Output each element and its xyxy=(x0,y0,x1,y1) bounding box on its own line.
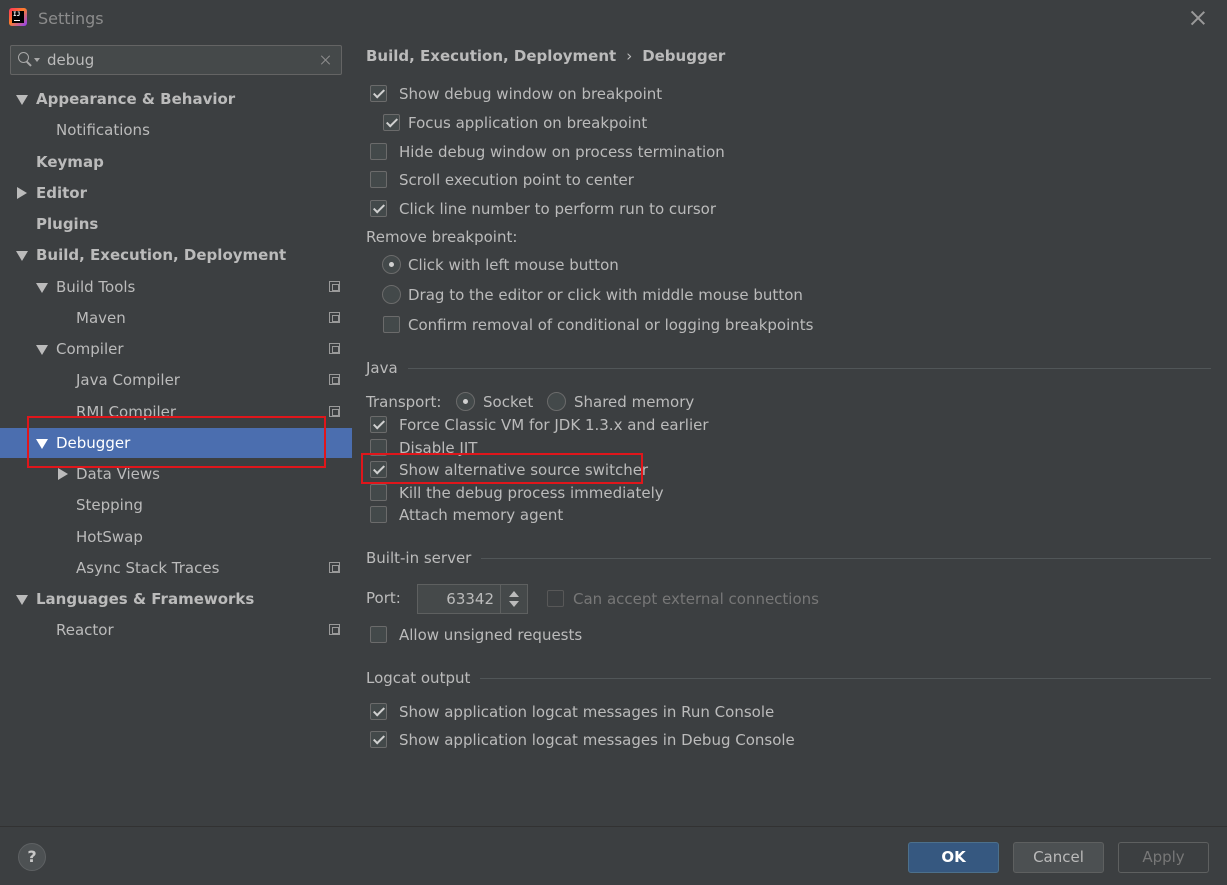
tree-item-plugins[interactable]: Plugins xyxy=(0,209,352,239)
expanded-arrow-icon[interactable] xyxy=(36,283,48,293)
port-input[interactable] xyxy=(418,585,500,613)
dialog-footer: ? OK Cancel Apply xyxy=(0,826,1227,885)
project-level-icon xyxy=(329,343,340,354)
tree-item-maven[interactable]: Maven xyxy=(0,303,352,333)
transport-label: Transport: xyxy=(366,393,442,411)
help-button[interactable]: ? xyxy=(18,843,46,871)
collapsed-arrow-icon[interactable] xyxy=(58,468,68,480)
project-level-icon xyxy=(329,281,340,292)
click-left-radio[interactable] xyxy=(382,255,401,274)
expanded-arrow-icon[interactable] xyxy=(16,251,28,261)
show-debug-window-checkbox[interactable] xyxy=(370,85,387,102)
search-box[interactable] xyxy=(10,45,342,75)
force-classic-checkbox[interactable] xyxy=(370,416,387,433)
logcat-debug-console-checkbox[interactable] xyxy=(370,731,387,748)
socket-radio[interactable] xyxy=(456,392,475,411)
project-level-icon xyxy=(329,312,340,323)
kill-debug-checkbox[interactable] xyxy=(370,484,387,501)
tree-item-build-tools[interactable]: Build Tools xyxy=(0,272,352,302)
decrement-icon[interactable] xyxy=(509,601,519,607)
port-stepper[interactable] xyxy=(417,584,528,614)
project-level-icon xyxy=(329,562,340,573)
ok-button[interactable]: OK xyxy=(908,842,999,873)
section-divider xyxy=(366,678,1211,679)
project-level-icon xyxy=(329,406,340,417)
built-in-server-section: Built-in server xyxy=(366,547,1211,569)
search-history-icon[interactable] xyxy=(34,58,40,62)
collapsed-arrow-icon[interactable] xyxy=(17,187,27,199)
settings-tree-panel: Appearance & Behavior Notifications Keym… xyxy=(0,36,352,826)
project-level-icon xyxy=(329,374,340,385)
scroll-execution-checkbox[interactable] xyxy=(370,171,387,188)
tree-item-data-views[interactable]: Data Views xyxy=(0,459,352,489)
close-icon[interactable] xyxy=(1188,8,1208,28)
apply-button[interactable]: Apply xyxy=(1118,842,1209,873)
tree-item-stepping[interactable]: Stepping xyxy=(0,490,352,520)
click-line-number-checkbox[interactable] xyxy=(370,200,387,217)
tree-item-notifications[interactable]: Notifications xyxy=(0,115,352,145)
tree-item-reactor[interactable]: Reactor xyxy=(0,615,352,645)
project-level-icon xyxy=(329,624,340,635)
increment-icon[interactable] xyxy=(509,591,519,597)
breadcrumb-current: Debugger xyxy=(642,47,726,65)
disable-jit-checkbox[interactable] xyxy=(370,439,387,456)
tree-item-java-compiler[interactable]: Java Compiler xyxy=(0,365,352,395)
unsigned-requests-checkbox[interactable] xyxy=(370,626,387,643)
tree-item-hotswap[interactable]: HotSwap xyxy=(0,522,352,552)
shared-memory-radio[interactable] xyxy=(547,392,566,411)
remove-breakpoint-label: Remove breakpoint: xyxy=(366,228,518,246)
breadcrumb-separator: › xyxy=(626,47,633,65)
tree-item-editor[interactable]: Editor xyxy=(0,178,352,208)
tree-item-build-execution-deployment[interactable]: Build, Execution, Deployment xyxy=(0,240,352,270)
logcat-run-console-checkbox[interactable] xyxy=(370,703,387,720)
hide-debug-window-checkbox[interactable] xyxy=(370,143,387,160)
port-spinner[interactable] xyxy=(500,585,527,613)
breadcrumb: Build, Execution, Deployment › Debugger xyxy=(366,47,725,65)
logcat-section-title: Logcat output xyxy=(366,667,481,689)
drag-to-editor-radio[interactable] xyxy=(382,285,401,304)
expanded-arrow-icon[interactable] xyxy=(36,439,48,449)
window-title: Settings xyxy=(38,9,104,28)
attach-memory-checkbox[interactable] xyxy=(370,506,387,523)
tree-item-rmi-compiler[interactable]: RMI Compiler xyxy=(0,397,352,427)
java-section: Java xyxy=(366,357,1211,379)
show-alt-source-checkbox[interactable] xyxy=(370,461,387,478)
java-section-title: Java xyxy=(366,357,408,379)
confirm-removal-checkbox[interactable] xyxy=(383,316,400,333)
tree-item-compiler[interactable]: Compiler xyxy=(0,334,352,364)
clear-search-icon[interactable] xyxy=(319,53,333,67)
section-divider xyxy=(366,558,1211,559)
search-icon xyxy=(18,52,32,66)
tree-item-languages-frameworks[interactable]: Languages & Frameworks xyxy=(0,584,352,614)
tree-item-debugger[interactable]: Debugger xyxy=(0,428,352,458)
expanded-arrow-icon[interactable] xyxy=(16,95,28,105)
search-input[interactable] xyxy=(47,49,307,71)
tree-item-appearance-behavior[interactable]: Appearance & Behavior xyxy=(0,84,352,114)
intellij-logo-icon: IJ xyxy=(9,8,27,26)
section-divider xyxy=(366,368,1211,369)
built-in-server-section-title: Built-in server xyxy=(366,547,482,569)
expanded-arrow-icon[interactable] xyxy=(36,345,48,355)
breadcrumb-parent[interactable]: Build, Execution, Deployment xyxy=(366,47,616,65)
logcat-section: Logcat output xyxy=(366,667,1211,689)
tree-item-async-stack-traces[interactable]: Async Stack Traces xyxy=(0,553,352,583)
title-bar: IJ Settings xyxy=(0,0,1227,36)
debugger-settings-panel: Build, Execution, Deployment › Debugger Sh… xyxy=(352,36,1227,826)
focus-application-checkbox[interactable] xyxy=(383,114,400,131)
cancel-button[interactable]: Cancel xyxy=(1013,842,1104,873)
tree-item-keymap[interactable]: Keymap xyxy=(0,147,352,177)
port-label: Port: xyxy=(366,589,401,607)
expanded-arrow-icon[interactable] xyxy=(16,595,28,605)
external-connections-checkbox[interactable] xyxy=(547,590,564,607)
